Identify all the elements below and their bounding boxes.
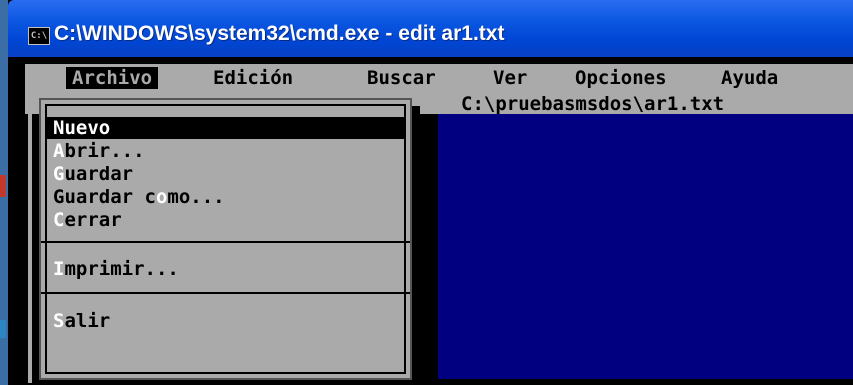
menu-separator <box>41 241 410 243</box>
menu-item-label-prefix: Guardar c <box>53 186 156 208</box>
menu-archivo[interactable]: Archivo <box>66 67 159 89</box>
console-area: Archivo Edición Buscar Ver Opciones Ayud… <box>8 57 853 385</box>
hotkey-letter: A <box>53 140 65 162</box>
menu-item-label: errar <box>64 209 122 231</box>
menu-item-guardar-como[interactable]: Guardar como... <box>53 186 225 208</box>
menu-item-abrir[interactable]: Abrir... <box>53 140 145 162</box>
archivo-dropdown-menu: Nuevo Abrir... Guardar Guardar como... C… <box>39 98 412 380</box>
menu-item-salir[interactable]: Salir <box>53 310 110 332</box>
menu-item-label: mo... <box>167 186 225 208</box>
hotkey-letter: I <box>53 258 65 280</box>
menu-bar: Archivo Edición Buscar Ver Opciones Ayud… <box>25 64 853 92</box>
menu-item-imprimir[interactable]: Imprimir... <box>53 258 179 280</box>
window-title: C:\WINDOWS\system32\cmd.exe - edit ar1.t… <box>54 22 505 45</box>
menu-item-label: mprimir... <box>64 258 179 280</box>
file-path: C:\pruebasmsdos\ar1.txt <box>461 93 725 115</box>
menu-item-nuevo[interactable]: Nuevo <box>45 117 406 139</box>
hotkey-letter: o <box>155 186 168 208</box>
hotkey-letter: C <box>53 209 65 231</box>
menu-ayuda[interactable]: Ayuda <box>721 67 778 89</box>
desktop-icon-fragment <box>0 320 6 338</box>
cmd-window: C:\ C:\WINDOWS\system32\cmd.exe - edit a… <box>8 0 853 385</box>
menu-item-cerrar[interactable]: Cerrar <box>53 209 122 231</box>
menu-item-label: alir <box>64 310 111 332</box>
menu-separator <box>41 292 410 294</box>
desktop-edge <box>0 0 8 385</box>
menu-buscar[interactable]: Buscar <box>367 67 436 89</box>
menu-item-guardar[interactable]: Guardar <box>53 163 133 185</box>
hotkey-letter: N <box>53 117 65 139</box>
cmd-icon[interactable]: C:\ <box>28 27 50 45</box>
menu-edicion[interactable]: Edición <box>213 67 293 89</box>
menu-item-label: uardar <box>64 163 134 185</box>
title-bar[interactable]: C:\ C:\WINDOWS\system32\cmd.exe - edit a… <box>8 0 853 57</box>
editor-frame <box>28 93 32 383</box>
hotkey-letter: S <box>53 310 65 332</box>
menu-item-label: brir... <box>64 140 145 162</box>
hotkey-letter: G <box>53 163 65 185</box>
menu-opciones[interactable]: Opciones <box>575 67 667 89</box>
menu-item-label: uevo <box>64 117 111 139</box>
desktop-icon-fragment <box>0 175 6 197</box>
menu-ver[interactable]: Ver <box>493 67 527 89</box>
